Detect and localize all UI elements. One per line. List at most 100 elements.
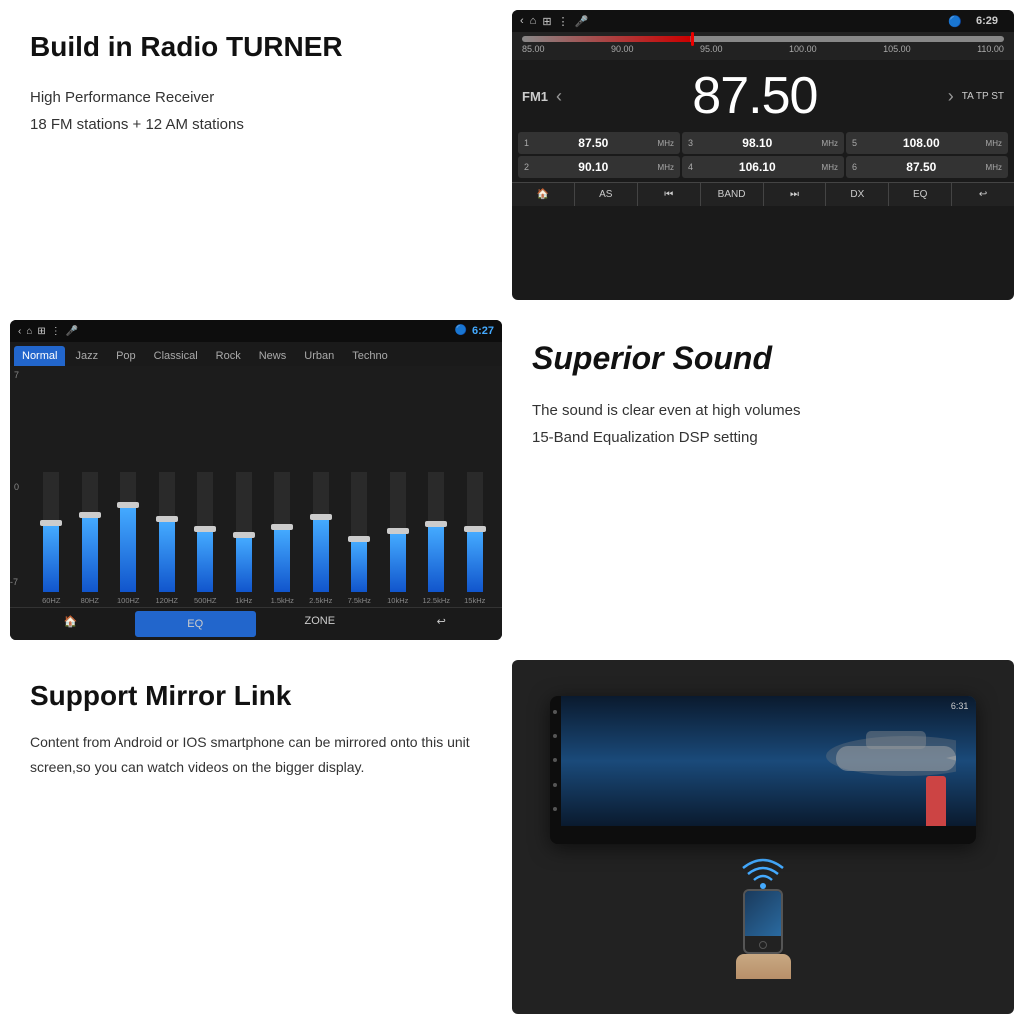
eq-track-1khz [236,472,252,592]
phone-home-button[interactable] [759,941,767,949]
eq-mode-rock[interactable]: Rock [208,346,249,366]
hand-holding-phone [736,954,791,979]
eq-fill-10khz [390,534,406,592]
eq-bar-80hz[interactable] [73,472,108,592]
mirror-title: Support Mirror Link [30,680,492,712]
sound-feature1: The sound is clear even at high volumes [532,397,994,424]
eq-mode-techno[interactable]: Techno [344,346,395,366]
car-head-unit: 6:31 [550,696,977,844]
eq-track-12_5khz [428,472,444,592]
eq-handle-2_5khz[interactable] [310,514,332,520]
eq-footer-eq[interactable]: EQ [135,611,257,637]
eq-status-bar: ‹ ⌂ ⊞ ⋮ 🎤 🔵 6:27 [10,320,502,342]
radio-track[interactable] [522,36,1004,42]
eq-track-80hz [82,472,98,592]
eq-mic-icon[interactable]: 🎤 [66,326,78,337]
eq-bar-7_5khz[interactable] [342,472,377,592]
car-ctrl-4[interactable] [553,783,557,787]
eq-handle-80hz[interactable] [79,512,101,518]
eq-bar-500hz[interactable] [188,472,223,592]
as-control[interactable]: AS [575,183,638,206]
eq-handle-1khz[interactable] [233,532,255,538]
eq-bar-10khz[interactable] [381,472,416,592]
sound-feature2: 15-Band Equalization DSP setting [532,424,994,451]
eq-handle-500hz[interactable] [194,526,216,532]
mirror-description: Content from Android or IOS smartphone c… [30,730,492,780]
eq-track-10khz [390,472,406,592]
eq-back-icon[interactable]: ‹ [18,326,21,337]
prev-control[interactable]: ⏮ [638,183,701,206]
eq-bar-1khz[interactable] [227,472,262,592]
eq-footer-back[interactable]: ↩ [381,608,503,640]
radio-slider-area: 85.00 90.00 95.00 100.00 105.00 110.00 [512,32,1014,60]
eq-apps-icon[interactable]: ⊞ [37,326,45,337]
eq-bar-100hz[interactable] [111,472,146,592]
radio-freq-labels: 85.00 90.00 95.00 100.00 105.00 110.00 [522,42,1004,56]
eq-bar-1_5khz[interactable] [265,472,300,592]
preset-4[interactable]: 4 106.10 MHz [682,156,844,178]
next-freq-button[interactable]: › [948,86,954,107]
eq-handle-120hz[interactable] [156,516,178,522]
eq-bar-120hz[interactable] [150,472,185,592]
eq-handle-10khz[interactable] [387,528,409,534]
home-icon[interactable]: ⌂ [530,15,537,27]
preset-1[interactable]: 1 87.50 MHz [518,132,680,154]
car-unit-screen: 6:31 [561,696,976,826]
eq-mode-urban[interactable]: Urban [296,346,342,366]
dx-control[interactable]: DX [826,183,889,206]
eq-mode-pop[interactable]: Pop [108,346,144,366]
phone-device [743,889,783,954]
eq-fill-15khz [467,532,483,592]
band-control[interactable]: BAND [701,183,764,206]
car-ctrl-2[interactable] [553,734,557,738]
eq-track-500hz [197,472,213,592]
eq-footer: 🏠 EQ ZONE ↩ [10,607,502,640]
eq-fill-60hz [43,526,59,592]
preset-6[interactable]: 6 87.50 MHz [846,156,1008,178]
eq-handle-1_5khz[interactable] [271,524,293,530]
preset-2[interactable]: 2 90.10 MHz [518,156,680,178]
eq-home-icon[interactable]: ⌂ [26,326,32,337]
eq-control[interactable]: EQ [889,183,952,206]
eq-handle-12_5khz[interactable] [425,521,447,527]
eq-bar-12_5khz[interactable] [419,472,454,592]
next-control[interactable]: ⏭ [764,183,827,206]
eq-menu-icon[interactable]: ⋮ [51,326,61,337]
back-icon[interactable]: ‹ [520,15,524,27]
eq-bar-60hz[interactable] [34,472,69,592]
wifi-icon [738,854,788,889]
eq-handle-15khz[interactable] [464,526,486,532]
preset-5[interactable]: 5 108.00 MHz [846,132,1008,154]
eq-mode-normal[interactable]: Normal [14,346,65,366]
car-ctrl-5[interactable] [553,807,557,811]
eq-handle-7_5khz[interactable] [348,536,370,542]
eq-mode-classical[interactable]: Classical [146,346,206,366]
eq-body: 7 0 -7 [10,366,502,607]
car-ctrl-1[interactable] [553,710,557,714]
eq-handle-60hz[interactable] [40,520,62,526]
prev-freq-button[interactable]: ‹ [556,86,562,107]
phone-screen-display [745,891,781,937]
mic-icon[interactable]: 🎤 [575,15,589,28]
right-status-icons: 🔵 6:29 [948,10,1006,32]
eq-status-icons: ‹ ⌂ ⊞ ⋮ 🎤 [18,326,78,337]
back-control[interactable]: ↩ [952,183,1014,206]
eq-mode-news[interactable]: News [251,346,295,366]
eq-track-15khz [467,472,483,592]
eq-mode-jazz[interactable]: Jazz [67,346,106,366]
eq-fill-500hz [197,532,213,592]
eq-footer-zone[interactable]: ZONE [259,608,381,640]
radio-controls: 🏠 AS ⏮ BAND ⏭ DX EQ ↩ [512,182,1014,206]
car-unit-body: 6:31 [550,696,977,826]
eq-fill-100hz [120,508,136,592]
home-control[interactable]: 🏠 [512,183,575,206]
eq-footer-home[interactable]: 🏠 [10,608,132,640]
car-ctrl-3[interactable] [553,758,557,762]
eq-fill-2_5khz [313,520,329,592]
eq-bar-2_5khz[interactable] [304,472,339,592]
preset-3[interactable]: 3 98.10 MHz [682,132,844,154]
menu-icon[interactable]: ⋮ [558,15,569,28]
eq-handle-100hz[interactable] [117,502,139,508]
eq-bar-15khz[interactable] [458,472,493,592]
apps-icon[interactable]: ⊞ [542,15,551,28]
